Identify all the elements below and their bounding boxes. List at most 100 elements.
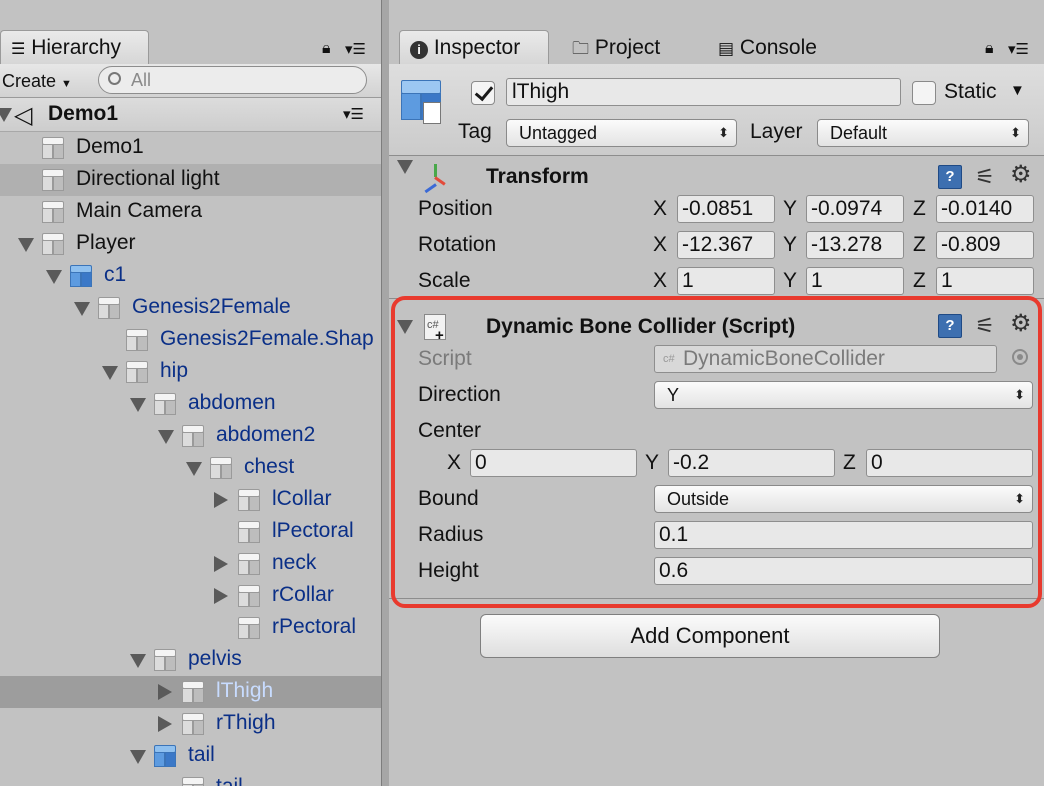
tag-value: Untagged (519, 123, 598, 143)
rotation-x-field[interactable]: -12.367 (677, 231, 775, 259)
scale-x-field[interactable]: 1 (677, 267, 775, 295)
hierarchy-row-label: pelvis (188, 647, 242, 670)
object-name-field[interactable]: lThigh (506, 78, 901, 106)
scene-expand-icon[interactable] (0, 108, 12, 122)
search-input[interactable]: All (98, 66, 367, 94)
hierarchy-row-label: lCollar (272, 487, 332, 510)
hierarchy-row[interactable]: Directional light (0, 164, 381, 196)
expanded-arrow-icon[interactable] (18, 238, 34, 252)
gameobject-cube-icon (98, 297, 120, 319)
hierarchy-row[interactable]: rPectoral (0, 612, 381, 644)
hierarchy-row[interactable]: abdomen2 (0, 420, 381, 452)
expanded-arrow-icon[interactable] (158, 430, 174, 444)
tab-project-label: Project (594, 36, 661, 59)
collapsed-arrow-icon[interactable] (158, 716, 172, 732)
position-z-field[interactable]: -0.0140 (936, 195, 1034, 223)
create-dropdown[interactable]: Create ▼ (2, 68, 72, 94)
inspector-menu-icon[interactable]: ▾☰ (1008, 40, 1029, 58)
tab-console[interactable]: ▤ Console (707, 30, 847, 66)
position-x-field[interactable]: -0.0851 (677, 195, 775, 223)
hierarchy-row-label: tail (216, 775, 243, 786)
tab-inspector-label: Inspector (433, 36, 521, 59)
position-y-field[interactable]: -0.0974 (806, 195, 904, 223)
expanded-arrow-icon[interactable] (130, 654, 146, 668)
hierarchy-row[interactable]: Genesis2Female.Shap (0, 324, 381, 356)
gear-icon[interactable]: ⚙ (1010, 163, 1034, 187)
inspector-lock-icon[interactable]: 🔒︎ (985, 40, 994, 58)
rotation-y-field[interactable]: -13.278 (806, 231, 904, 259)
hierarchy-row[interactable]: neck (0, 548, 381, 580)
expanded-arrow-icon[interactable] (130, 750, 146, 764)
lock-icon[interactable]: 🔒︎ (322, 40, 331, 58)
scene-menu-icon[interactable]: ▾☰ (343, 105, 364, 123)
hierarchy-row[interactable]: Demo1 (0, 132, 381, 164)
position-axis-y-label: Y (783, 197, 798, 220)
scale-label: Scale (418, 269, 471, 292)
panel-splitter[interactable] (381, 0, 389, 786)
folder-icon: 🗀︎ (572, 39, 589, 58)
hierarchy-row-label: neck (272, 551, 317, 574)
hierarchy-row[interactable]: abdomen (0, 388, 381, 420)
rotation-z-field[interactable]: -0.809 (936, 231, 1034, 259)
expanded-arrow-icon[interactable] (186, 462, 202, 476)
scale-z-field[interactable]: 1 (936, 267, 1034, 295)
gameobject-cube-icon (182, 425, 204, 447)
rotation-axis-z-label: Z (913, 233, 926, 256)
tab-project[interactable]: 🗀︎ Project (561, 30, 691, 66)
hierarchy-row[interactable]: Genesis2Female (0, 292, 381, 324)
static-checkbox[interactable] (912, 81, 936, 105)
hierarchy-row[interactable]: lThigh (0, 676, 381, 708)
hierarchy-row[interactable]: pelvis (0, 644, 381, 676)
tag-dropdown[interactable]: Untagged ⬍ (506, 119, 737, 147)
preset-sliders-icon[interactable]: ⚟ (975, 165, 999, 189)
hierarchy-row[interactable]: chest (0, 452, 381, 484)
gameobject-cube-icon (238, 553, 260, 575)
hierarchy-row[interactable]: Main Camera (0, 196, 381, 228)
add-component-button[interactable]: Add Component (480, 614, 940, 658)
gameobject-cube-icon (42, 201, 64, 223)
static-dropdown-icon[interactable]: ▼ (1010, 82, 1025, 99)
hierarchy-row[interactable]: tail (0, 740, 381, 772)
hierarchy-row-label: lThigh (216, 679, 274, 702)
panel-menu-icon[interactable]: ▾☰ (345, 40, 366, 58)
hierarchy-row-label: abdomen (188, 391, 276, 414)
help-book-icon[interactable]: ? (938, 165, 962, 189)
hierarchy-row[interactable]: rCollar (0, 580, 381, 612)
tab-console-label: Console (739, 36, 817, 59)
expanded-arrow-icon[interactable] (102, 366, 118, 380)
scene-header[interactable]: ◁ Demo1 ▾☰ (0, 98, 381, 132)
hierarchy-toolbar: Create ▼ All (0, 64, 381, 98)
hierarchy-row[interactable]: lPectoral (0, 516, 381, 548)
expanded-arrow-icon[interactable] (130, 398, 146, 412)
gameobject-cube-icon (42, 169, 64, 191)
hierarchy-row-label: lPectoral (272, 519, 354, 542)
scale-y-field[interactable]: 1 (806, 267, 904, 295)
collapsed-arrow-icon[interactable] (214, 556, 228, 572)
collapsed-arrow-icon[interactable] (158, 684, 172, 700)
hierarchy-row-label: abdomen2 (216, 423, 316, 446)
expanded-arrow-icon[interactable] (46, 270, 62, 284)
gameobject-header: lThigh Static ▼ Tag Untagged ⬍ Layer Def… (389, 64, 1044, 156)
hierarchy-row[interactable]: c1 (0, 260, 381, 292)
hierarchy-row[interactable]: hip (0, 356, 381, 388)
updown-icon: ⬍ (1010, 125, 1021, 140)
chevron-down-icon: ▼ (61, 78, 72, 90)
collapsed-arrow-icon[interactable] (214, 588, 228, 604)
active-checkbox[interactable] (471, 81, 495, 105)
hierarchy-row[interactable]: rThigh (0, 708, 381, 740)
hierarchy-row[interactable]: lCollar (0, 484, 381, 516)
hierarchy-row[interactable]: Player (0, 228, 381, 260)
gameobject-cube-icon (210, 457, 232, 479)
tab-hierarchy[interactable]: ☰ Hierarchy (0, 30, 149, 66)
hierarchy-row[interactable]: tail (0, 772, 381, 786)
rotation-axis-y-label: Y (783, 233, 798, 256)
gameobject-cube-icon (238, 617, 260, 639)
prefab-cube-icon (154, 745, 176, 767)
layer-dropdown[interactable]: Default ⬍ (817, 119, 1029, 147)
collapsed-arrow-icon[interactable] (214, 492, 228, 508)
gameobject-cube-icon (238, 585, 260, 607)
tab-inspector[interactable]: i Inspector (399, 30, 549, 66)
expanded-arrow-icon[interactable] (74, 302, 90, 316)
hierarchy-row-label: Directional light (76, 167, 220, 190)
transform-fold-icon[interactable] (397, 160, 413, 174)
